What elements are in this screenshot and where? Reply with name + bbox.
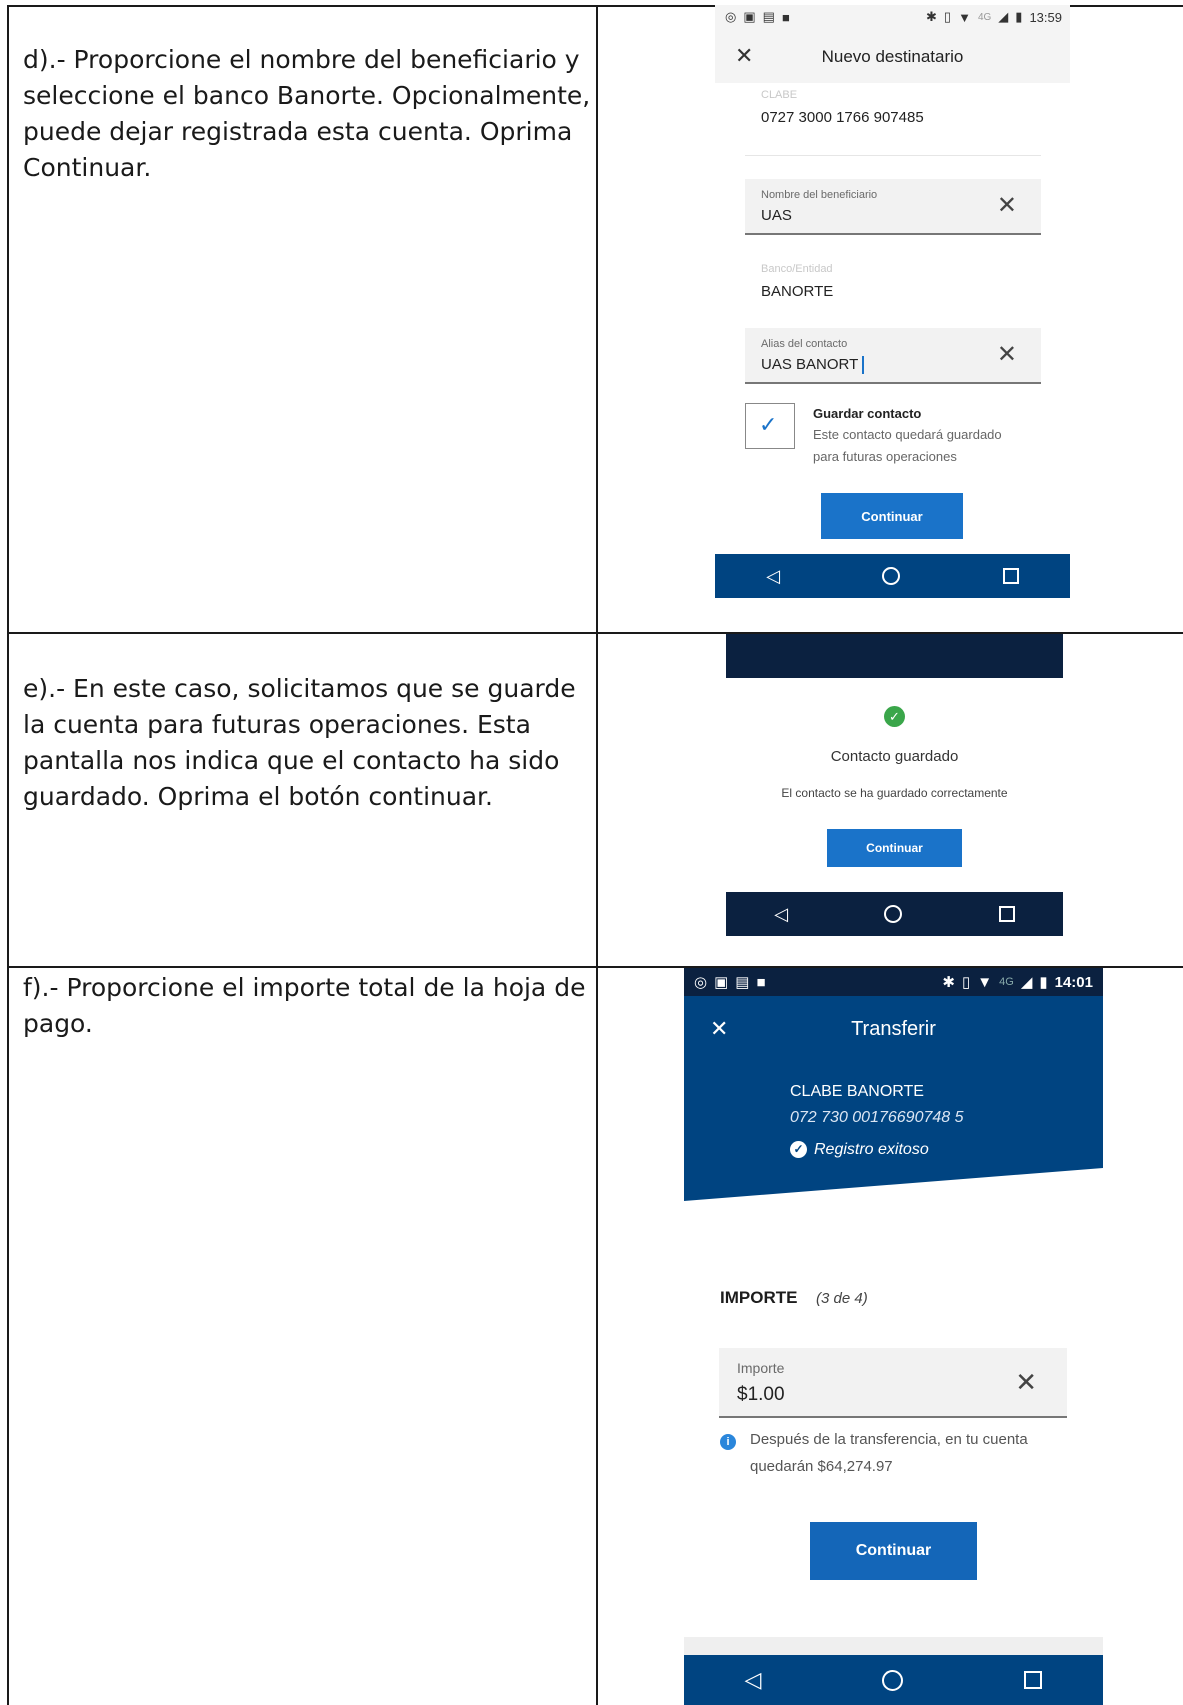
image-icon: ▤ (762, 9, 775, 24)
square-icon: ■ (756, 973, 766, 991)
battery-icon: ▮ (1039, 974, 1048, 991)
android-nav-bar: ◁ (726, 892, 1063, 936)
vibrate-icon: ▯ (943, 9, 952, 24)
back-icon[interactable]: ◁ (766, 566, 780, 587)
table-border-left (7, 5, 9, 1705)
status-bar: ◎ ▣ ▤ ■ ✱ ▯ ▼ 4G ◢ ▮ 13:59 (715, 5, 1070, 29)
android-nav-bar: ◁ (684, 1655, 1103, 1705)
success-desc: El contacto se ha guardado correctamente (781, 786, 1008, 800)
signal-icon: ◢ (998, 9, 1009, 24)
footer-strip (684, 1637, 1103, 1655)
bank-label: Banco/Entidad (761, 263, 833, 275)
bluetooth-icon: ✱ (926, 9, 937, 24)
alias-value: UAS BANORT (761, 356, 859, 373)
mail-icon: ▣ (714, 974, 729, 991)
network-label: 4G (977, 11, 992, 23)
instruction-e: e).- En este caso, solicitamos que se gu… (23, 674, 576, 811)
clear-icon[interactable]: ✕ (997, 343, 1017, 367)
home-icon[interactable] (882, 1669, 904, 1691)
clabe-field: CLABE 0727 3000 1766 907485 (745, 83, 1041, 156)
info-icon: i (720, 1434, 736, 1450)
whatsapp-icon: ◎ (725, 9, 737, 24)
app-header: ✕ Nuevo destinatario (715, 29, 1070, 83)
info-text-1: Después de la transferencia, en tu cuent… (750, 1431, 1028, 1448)
vibrate-icon: ▯ (962, 974, 971, 991)
status-bar: ◎ ▣ ▤ ■ ✱ ▯ ▼ 4G ◢ ▮ 14:01 (684, 968, 1103, 996)
bank-field[interactable]: Banco/Entidad BANORTE (745, 255, 1041, 309)
status-time: 14:01 (1054, 973, 1093, 991)
success-icon: ✓ (884, 706, 905, 727)
app-header (726, 634, 1063, 678)
clabe-value: 0727 3000 1766 907485 (761, 109, 924, 126)
whatsapp-icon: ◎ (694, 974, 708, 991)
instruction-d: d).- Proporcione el nombre del beneficia… (23, 45, 591, 182)
save-contact-checkbox[interactable]: ✓ (745, 403, 795, 449)
amount-input[interactable]: Importe $1.00 ✕ (719, 1348, 1067, 1418)
account-title: CLABE BANORTE (790, 1083, 924, 1100)
beneficiary-name-input[interactable]: Nombre del beneficiario UAS ✕ (745, 179, 1041, 235)
amount-label: Importe (737, 1360, 785, 1376)
wifi-icon: ▼ (958, 9, 971, 25)
mail-icon: ▣ (743, 9, 756, 24)
section-title: IMPORTE (720, 1288, 798, 1307)
text-cursor (862, 356, 864, 374)
bluetooth-icon: ✱ (942, 974, 955, 991)
continue-button[interactable]: Continuar (827, 829, 962, 867)
screen-title: Nuevo destinatario (821, 47, 964, 66)
wifi-icon: ▼ (977, 973, 993, 991)
success-check-icon: ✓ (790, 1141, 807, 1158)
check-icon: ✓ (759, 412, 778, 437)
back-icon[interactable]: ◁ (745, 1667, 762, 1693)
recents-icon[interactable] (1002, 568, 1019, 584)
screen-title: Transferir (851, 1018, 936, 1040)
account-number: 072 730 00176690748 5 (790, 1109, 964, 1126)
beneficiary-name-value: UAS (761, 207, 792, 224)
phone-screenshot-nuevo-destinatario: ◎ ▣ ▤ ■ ✱ ▯ ▼ 4G ◢ ▮ 13:59 ✕ Nuevo desti… (715, 5, 1070, 598)
instruction-f: f).- Proporcione el importe total de la … (23, 973, 586, 1038)
home-icon[interactable] (882, 567, 901, 585)
android-nav-bar: ◁ (715, 554, 1070, 598)
back-icon[interactable]: ◁ (774, 904, 788, 925)
signal-icon: ◢ (1020, 974, 1033, 991)
save-contact-desc-1: Este contacto quedará guardado (813, 427, 1002, 442)
bank-value: BANORTE (761, 283, 834, 300)
phone-screenshot-contacto-guardado: ✓ Contacto guardado El contacto se ha gu… (726, 634, 1063, 936)
home-icon[interactable] (884, 905, 903, 923)
save-contact-title: Guardar contacto (813, 406, 922, 421)
clabe-label: CLABE (761, 89, 798, 101)
success-title: Contacto guardado (830, 748, 959, 765)
square-icon: ■ (781, 9, 790, 25)
alias-input[interactable]: Alias del contacto UAS BANORT ✕ (745, 328, 1041, 384)
clear-icon[interactable]: ✕ (1015, 1369, 1037, 1395)
recents-icon[interactable] (998, 906, 1015, 922)
continue-button[interactable]: Continuar (821, 493, 963, 539)
network-label: 4G (999, 976, 1014, 988)
section-step: (3 de 4) (816, 1290, 868, 1307)
phone-screenshot-transferir: ◎ ▣ ▤ ■ ✱ ▯ ▼ 4G ◢ ▮ 14:01 ✕ Transferir … (684, 968, 1103, 1705)
table-column-divider (596, 5, 598, 1705)
image-icon: ▤ (735, 974, 750, 991)
save-contact-desc-2: para futuras operaciones (813, 449, 957, 464)
amount-value: $1.00 (737, 1384, 785, 1405)
battery-icon: ▮ (1015, 9, 1023, 24)
continue-button[interactable]: Continuar (810, 1522, 977, 1580)
alias-label: Alias del contacto (761, 338, 848, 350)
clear-icon[interactable]: ✕ (997, 194, 1017, 218)
status-time: 13:59 (1029, 9, 1062, 25)
info-text-2: quedarán $64,274.97 (750, 1458, 893, 1475)
recents-icon[interactable] (1024, 1671, 1043, 1689)
beneficiary-name-label: Nombre del beneficiario (761, 189, 878, 201)
registro-text: Registro exitoso (814, 1141, 929, 1158)
